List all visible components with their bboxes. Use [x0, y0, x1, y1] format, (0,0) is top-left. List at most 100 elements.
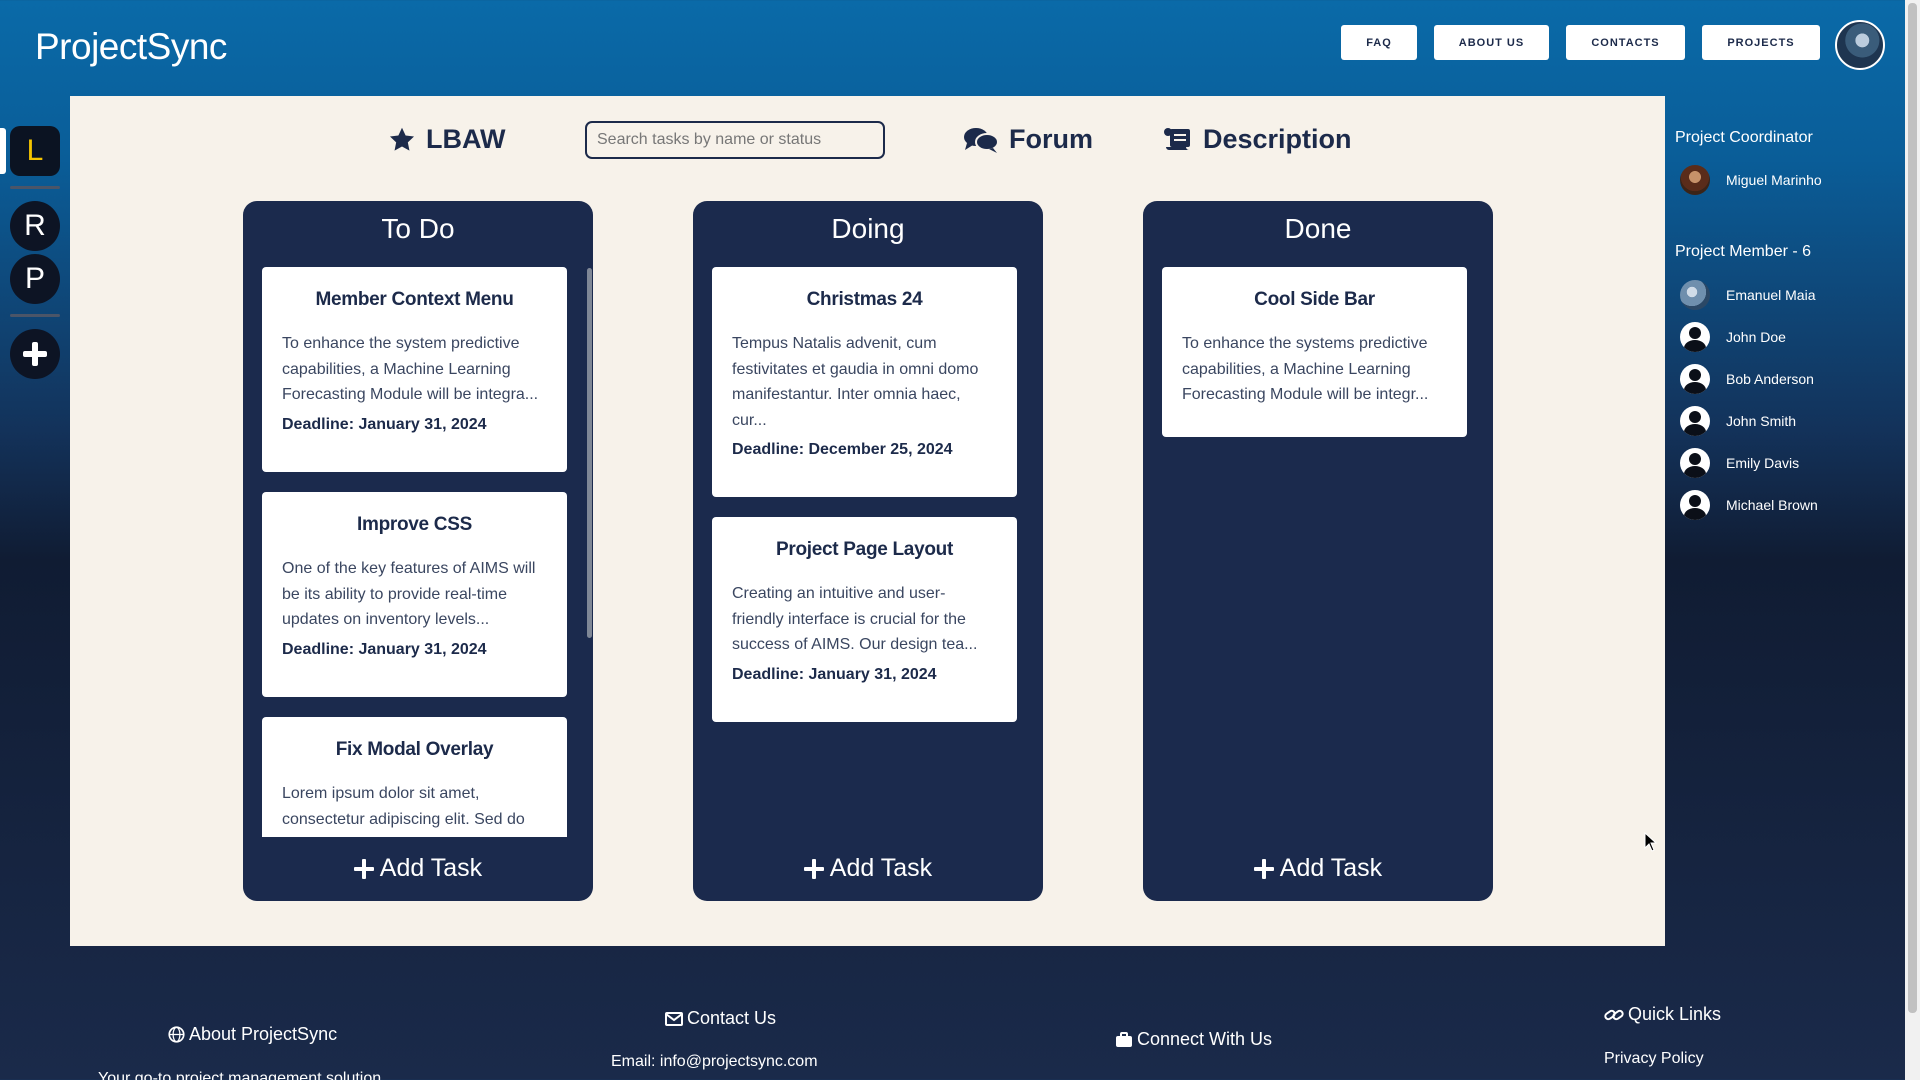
- user-avatar[interactable]: [1835, 20, 1885, 70]
- comments-icon: [964, 127, 999, 153]
- star-icon: [389, 127, 415, 151]
- plus-icon: [23, 342, 47, 366]
- member-item[interactable]: Emily Davis: [1680, 448, 1799, 478]
- task-search-input[interactable]: [585, 121, 885, 159]
- column-cards[interactable]: Christmas 24 Tempus Natalis advenit, cum…: [712, 267, 1022, 837]
- footer-heading-text: Contact Us: [687, 1008, 777, 1028]
- forum-label: Forum: [1009, 124, 1093, 154]
- rail-project-l[interactable]: L: [10, 126, 60, 176]
- coordinator-item[interactable]: Miguel Marinho: [1680, 165, 1822, 195]
- task-title: Member Context Menu: [315, 289, 514, 310]
- column-title: To Do: [381, 213, 455, 244]
- task-card[interactable]: Member Context Menu To enhance the syste…: [262, 267, 567, 472]
- avatar: [1680, 406, 1710, 436]
- top-header: ProjectSync FAQ ABOUT US CONTACTS PROJEC…: [0, 0, 1905, 95]
- footer-contact-heading: Contact Us: [665, 1008, 776, 1029]
- page-scrollbar-thumb[interactable]: [1908, 3, 1917, 1013]
- envelope-icon: [665, 1011, 683, 1026]
- member-name: John Doe: [1726, 329, 1786, 345]
- task-title: Cool Side Bar: [1254, 289, 1375, 310]
- rail-add-project-button[interactable]: [10, 329, 60, 379]
- footer-about-text: Your go-to project management solution: [98, 1070, 382, 1080]
- add-task-label: Add Task: [379, 854, 483, 882]
- add-task-button[interactable]: Add Task: [1143, 854, 1493, 883]
- avatar: [1680, 490, 1710, 520]
- avatar: [1680, 448, 1710, 478]
- task-description: To enhance the system predictive capabil…: [282, 335, 539, 403]
- member-item[interactable]: Michael Brown: [1680, 490, 1818, 520]
- task-description: To enhance the systems predictive capabi…: [1182, 335, 1429, 403]
- task-deadline: Deadline: December 25, 2024: [732, 441, 953, 458]
- footer-heading-text: Connect With Us: [1137, 1029, 1273, 1049]
- rail-divider: [10, 314, 60, 317]
- member-name: John Smith: [1726, 413, 1797, 429]
- task-card[interactable]: Cool Side Bar To enhance the systems pre…: [1162, 267, 1467, 437]
- task-card[interactable]: Christmas 24 Tempus Natalis advenit, cum…: [712, 267, 1017, 497]
- scroll-icon: [1164, 127, 1190, 150]
- column-done: Done Cool Side Bar To enhance the system…: [1143, 201, 1493, 901]
- task-deadline: Deadline: January 31, 2024: [732, 665, 937, 683]
- column-scrollbar[interactable]: [587, 268, 592, 638]
- task-deadline: Deadline: January 31, 2024: [282, 640, 487, 658]
- nav-about-button[interactable]: ABOUT US: [1434, 25, 1549, 60]
- task-description: One of the key features of AIMS will be …: [282, 560, 536, 628]
- footer-privacy-link[interactable]: Privacy Policy: [1604, 1050, 1704, 1068]
- rail-project-r[interactable]: R: [10, 201, 60, 251]
- member-item[interactable]: John Doe: [1680, 322, 1786, 352]
- nav-projects-button[interactable]: PROJECTS: [1702, 25, 1820, 60]
- member-name: Emily Davis: [1726, 455, 1800, 471]
- member-name: Bob Anderson: [1726, 371, 1814, 387]
- member-item[interactable]: John Smith: [1680, 406, 1796, 436]
- description-link[interactable]: Description: [1163, 124, 1352, 155]
- task-title: Christmas 24: [806, 289, 923, 310]
- column-cards[interactable]: Member Context Menu To enhance the syste…: [262, 267, 572, 837]
- project-name: LBAW: [426, 124, 506, 154]
- rail-divider: [10, 186, 60, 189]
- task-card[interactable]: Improve CSS One of the key features of A…: [262, 492, 567, 697]
- member-item[interactable]: Bob Anderson: [1680, 364, 1814, 394]
- footer-heading-text: Quick Links: [1628, 1004, 1722, 1024]
- member-item[interactable]: Emanuel Maia: [1680, 280, 1816, 310]
- footer-contact-email[interactable]: Email: info@projectsync.com: [611, 1053, 818, 1071]
- forum-link[interactable]: Forum: [963, 124, 1093, 155]
- task-deadline: Deadline: January 31, 2024: [282, 415, 487, 433]
- project-title[interactable]: LBAW: [388, 124, 505, 155]
- add-task-button[interactable]: Add Task: [243, 854, 593, 883]
- column-cards[interactable]: Cool Side Bar To enhance the systems pre…: [1162, 267, 1472, 837]
- task-card[interactable]: Fix Modal Overlay Lorem ipsum dolor sit …: [262, 717, 567, 837]
- briefcase-icon: [1116, 1031, 1132, 1047]
- members-heading: Project Member - 6: [1675, 243, 1812, 260]
- task-description: Creating an intuitive and user-friendly …: [732, 585, 978, 653]
- plus-icon: [803, 858, 824, 879]
- avatar: [1680, 280, 1710, 310]
- footer-about-heading: About ProjectSync: [168, 1024, 337, 1045]
- task-title: Project Page Layout: [776, 539, 953, 560]
- brand-logo[interactable]: ProjectSync: [35, 26, 227, 68]
- description-label: Description: [1203, 124, 1352, 154]
- column-todo: To Do Member Context Menu To enhance the…: [243, 201, 593, 901]
- avatar: [1680, 364, 1710, 394]
- footer-connect-heading: Connect With Us: [1115, 1029, 1272, 1050]
- member-name: Michael Brown: [1726, 497, 1818, 513]
- nav-contacts-button[interactable]: CONTACTS: [1566, 25, 1685, 60]
- add-task-button[interactable]: Add Task: [693, 854, 1043, 883]
- nav-faq-button[interactable]: FAQ: [1341, 25, 1417, 60]
- add-task-label: Add Task: [829, 854, 933, 882]
- rail-project-p[interactable]: P: [10, 254, 60, 304]
- task-description: Tempus Natalis advenit, cum festivitates…: [732, 335, 979, 429]
- column-title: Done: [1284, 213, 1352, 244]
- task-title: Fix Modal Overlay: [335, 739, 494, 760]
- footer-links-heading: Quick Links: [1604, 1004, 1721, 1025]
- plus-icon: [353, 858, 374, 879]
- member-name: Miguel Marinho: [1726, 172, 1822, 188]
- rail-active-marker: [0, 128, 6, 174]
- member-name: Emanuel Maia: [1726, 287, 1816, 303]
- coordinator-heading: Project Coordinator: [1675, 129, 1813, 146]
- task-title: Improve CSS: [357, 514, 472, 535]
- task-card[interactable]: Project Page Layout Creating an intuitiv…: [712, 517, 1017, 722]
- plus-icon: [1253, 858, 1274, 879]
- avatar: [1680, 165, 1710, 195]
- task-description: Lorem ipsum dolor sit amet, consectetur …: [282, 785, 525, 828]
- globe-icon: [168, 1026, 185, 1043]
- footer-heading-text: About ProjectSync: [189, 1024, 338, 1044]
